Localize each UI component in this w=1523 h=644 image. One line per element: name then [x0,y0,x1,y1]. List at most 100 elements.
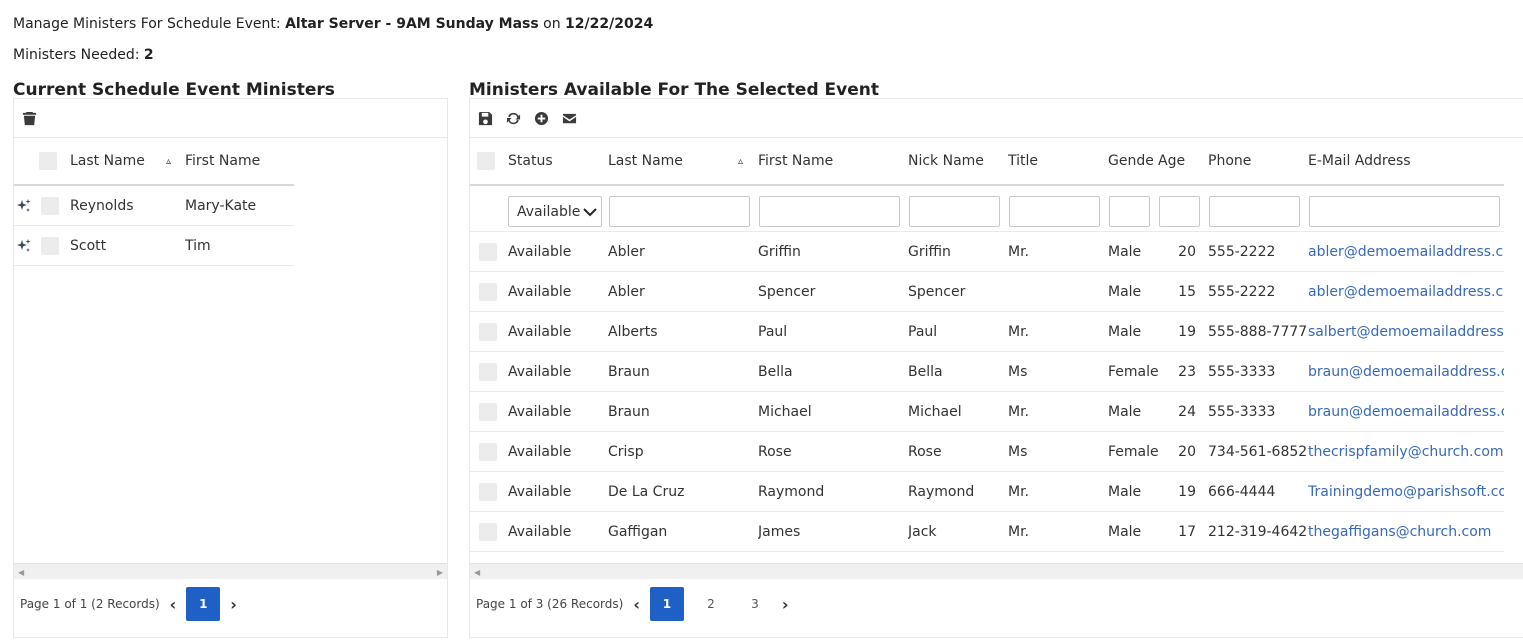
cell-phone: 555-2222 [1208,232,1306,271]
column-status[interactable]: Status [508,138,603,184]
row-checkbox[interactable] [479,322,497,341]
page-button-2[interactable]: 2 [694,587,728,621]
table-row[interactable]: Available Gaffigan James Jack Mr. Male 17 212-3… [470,512,1504,552]
table-row[interactable]: Reynolds Mary-Kate [14,186,294,226]
column-email[interactable]: E-Mail Address [1308,138,1504,184]
cell-email[interactable]: thegaffigans@church.com [1308,512,1504,551]
table-row[interactable]: Scott Tim [14,226,294,266]
row-checkbox[interactable] [479,282,497,301]
column-first-name-label: First Name [185,153,261,169]
next-page-icon[interactable]: › [782,595,789,614]
table-row[interactable]: Available Abler Spencer Spencer Male 15 555-22… [470,272,1504,312]
last-name-text: Braun [608,363,650,380]
column-first-name[interactable]: First Name [758,138,903,184]
prev-page-icon[interactable]: ‹ [170,595,177,614]
row-checkbox[interactable] [41,196,59,215]
column-last-name[interactable]: Last Name [608,138,733,184]
cell-email[interactable]: abler@demoemailaddress.com [1308,272,1504,311]
cell-age: 24 [1158,392,1196,431]
row-checkbox[interactable] [479,442,497,461]
email-icon[interactable] [560,109,578,127]
status-filter-select[interactable]: Available [508,196,602,227]
table-row[interactable]: Available De La Cruz Raymond Raymond Mr. Male… [470,472,1504,512]
header-prefix: Manage Ministers For Schedule Event: [13,16,286,32]
page-button-3[interactable]: 3 [738,587,772,621]
column-title[interactable]: Title [1008,138,1103,184]
column-last-name[interactable]: Last Name [70,138,175,184]
current-ministers-panel: Last Name ▵ First Name Reynolds Mary-Kate… [13,98,448,638]
nick-name-filter-input[interactable] [909,196,1000,227]
row-checkbox[interactable] [479,242,497,261]
header-dash: - [380,16,397,32]
column-nick-name[interactable]: Nick Name [908,138,1003,184]
cell-email[interactable]: braun@demoemailaddress.com [1308,392,1504,431]
cell-email[interactable]: salbert@demoemailaddress.com [1308,312,1504,351]
column-phone[interactable]: Phone [1208,138,1303,184]
column-first-name[interactable]: First Name [185,138,290,184]
table-row[interactable]: Available Abler Griffin Griffin Mr. Male 20 555… [470,232,1504,272]
first-name-text: Raymond [758,483,825,500]
column-gender[interactable]: Gender [1108,138,1153,184]
cell-gender: Male [1108,272,1158,311]
age-filter-input[interactable] [1159,196,1200,227]
table-row[interactable]: Available Braun Bella Bella Ms Female 23 555-33… [470,352,1504,392]
refresh-icon[interactable] [504,109,522,127]
select-all-checkbox[interactable] [477,152,495,170]
gender-filter-input[interactable] [1109,196,1150,227]
first-name-filter-input[interactable] [759,196,900,227]
cell-nick-name: Bella [908,352,1003,391]
current-pager: Page 1 of 1 (2 Records) ‹ 1 › [14,582,447,626]
title-text: Mr. [1008,323,1029,340]
available-toolbar [470,99,1523,138]
scroll-left-icon[interactable]: ◀ [18,568,24,577]
cell-status: Available [508,432,603,471]
first-name-text: Michael [758,403,812,420]
save-icon[interactable] [476,109,494,127]
cell-nick-name: Jack [908,512,1003,551]
age-text: 19 [1178,483,1196,500]
row-checkbox[interactable] [479,402,497,421]
current-horizontal-scrollbar[interactable]: ◀ ▶ [14,563,447,579]
email-text: thegaffigans@church.com [1308,523,1492,540]
cell-email[interactable]: Trainingdemo@parishsoft.com [1308,472,1504,511]
prev-page-icon[interactable]: ‹ [633,595,640,614]
cell-age: 20 [1158,232,1196,271]
available-horizontal-scrollbar[interactable]: ◀ [470,563,1523,579]
next-page-icon[interactable]: › [230,595,237,614]
scroll-right-icon[interactable]: ▶ [437,568,443,577]
trash-icon[interactable] [20,109,38,127]
phone-text: 555-2222 [1208,283,1276,300]
add-icon[interactable] [532,109,550,127]
last-name-filter-input[interactable] [609,196,750,227]
title-text: Mr. [1008,523,1029,540]
cell-email[interactable]: braun@demoemailaddress.com [1308,352,1504,391]
column-phone-label: Phone [1208,153,1252,169]
row-checkbox[interactable] [479,482,497,501]
cell-first-name: Spencer [758,272,903,311]
scroll-left-icon[interactable]: ◀ [474,568,480,577]
table-row[interactable]: Available Braun Michael Michael Mr. Male 24 555… [470,392,1504,432]
cell-last-name: Reynolds [70,197,134,214]
select-all-checkbox[interactable] [39,152,57,170]
cell-first-name: Mary-Kate [185,197,257,214]
cell-email[interactable]: thecrispfamily@church.com [1308,432,1504,471]
row-checkbox[interactable] [41,236,59,255]
cell-first-name: Tim [185,237,211,254]
page-button-1[interactable]: 1 [649,587,684,621]
table-row[interactable]: Available Crisp Rose Rose Ms Female 20 734-561-… [470,432,1504,472]
cell-email[interactable]: abler@demoemailaddress.com [1308,232,1504,271]
page-button-1[interactable]: 1 [186,587,221,621]
email-filter-input[interactable] [1309,196,1500,227]
title-filter-input[interactable] [1009,196,1100,227]
column-nick-name-label: Nick Name [908,153,984,169]
phone-filter-input[interactable] [1209,196,1300,227]
cell-nick-name: Paul [908,312,1003,351]
table-row[interactable]: Available Alberts Paul Paul Mr. Male 19 555-888… [470,312,1504,352]
chevron-down-icon [583,207,597,216]
row-checkbox[interactable] [479,362,497,381]
cell-last-name: Alberts [608,312,753,351]
column-age[interactable]: Age [1158,138,1203,184]
cell-first-name: Raymond [758,472,903,511]
sort-indicator-icon: ▵ [166,155,172,167]
row-checkbox[interactable] [479,522,497,541]
